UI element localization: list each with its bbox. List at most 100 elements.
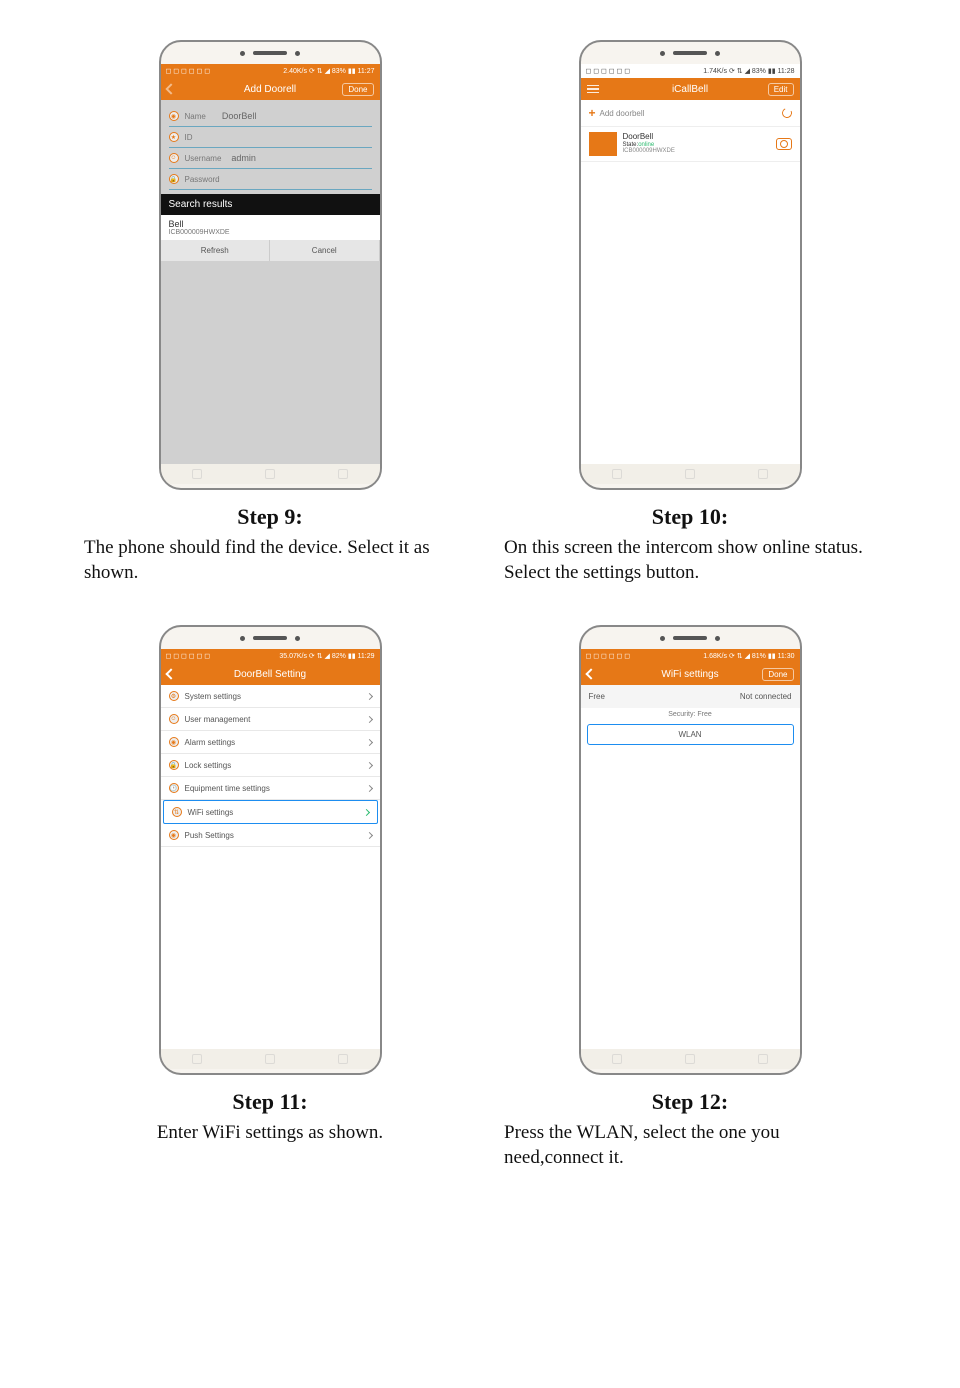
cancel-button[interactable]: Cancel xyxy=(270,240,380,261)
setting-label: Equipment time settings xyxy=(185,784,270,793)
username-label: Username xyxy=(185,154,222,163)
status-left: ◻ ◻ ◻ ◻ ◻ ◻ xyxy=(166,652,211,660)
done-button[interactable]: Done xyxy=(342,83,373,96)
username-value: admin xyxy=(231,153,256,163)
bell-icon: ◉ xyxy=(169,830,179,840)
status-bar: ◻ ◻ ◻ ◻ ◻ ◻ 2.40K/s ⟳ ⇅ ◢ 83% ▮▮ 11:27 xyxy=(161,64,380,78)
device-list-body: + Add doorbell DoorBell State:online I xyxy=(581,100,800,464)
alarm-icon: ◉ xyxy=(169,737,179,747)
speaker-row xyxy=(161,627,380,649)
step-title: Step 9: xyxy=(80,504,460,530)
add-doorbell-form: ◉ Name DoorBell ★ ID ☺ Username admin xyxy=(161,100,380,261)
device-thumbnail xyxy=(589,132,617,156)
screen: ◻ ◻ ◻ ◻ ◻ ◻ 1.74K/s ⟳ ⇅ ◢ 83% ▮▮ 11:28 i… xyxy=(581,64,800,464)
screen: ◻ ◻ ◻ ◻ ◻ ◻ 2.40K/s ⟳ ⇅ ◢ 83% ▮▮ 11:27 A… xyxy=(161,64,380,464)
name-icon: ◉ xyxy=(169,111,179,121)
id-input-row[interactable]: ★ ID xyxy=(169,127,372,148)
current-network-row[interactable]: Free Not connected xyxy=(581,685,800,708)
search-result-item[interactable]: Bell ICB000009HWXDE xyxy=(161,215,380,240)
name-input-row[interactable]: ◉ Name DoorBell xyxy=(169,106,372,127)
step-description: The phone should find the device. Select… xyxy=(80,536,460,585)
setting-label: WiFi settings xyxy=(188,808,234,817)
done-button[interactable]: Done xyxy=(762,668,793,681)
wifi-settings-row[interactable]: ⇅ WiFi settings xyxy=(163,800,378,824)
state-label: State: xyxy=(623,142,639,148)
id-label: ID xyxy=(185,133,193,142)
user-management-row[interactable]: ☺User management xyxy=(161,708,380,731)
phone-frame: ◻ ◻ ◻ ◻ ◻ ◻ 2.40K/s ⟳ ⇅ ◢ 83% ▮▮ 11:27 A… xyxy=(159,40,382,490)
push-settings-row[interactable]: ◉ Push Settings xyxy=(161,824,380,847)
password-input-row[interactable]: 🔒 Password xyxy=(169,169,372,190)
title-bar: WiFi settings Done xyxy=(581,663,800,685)
state-value: online xyxy=(638,142,654,148)
username-input-row[interactable]: ☺ Username admin xyxy=(169,148,372,169)
status-bar: ◻ ◻ ◻ ◻ ◻ ◻ 1.68K/s ⟳ ⇅ ◢ 81% ▮▮ 11:30 xyxy=(581,649,800,663)
back-icon[interactable] xyxy=(585,669,596,680)
refresh-icon[interactable] xyxy=(780,107,793,120)
user-icon: ☺ xyxy=(169,714,179,724)
status-right: 2.40K/s ⟳ ⇅ ◢ 83% ▮▮ 11:27 xyxy=(283,67,374,75)
status-left: ◻ ◻ ◻ ◻ ◻ ◻ xyxy=(586,652,631,660)
equipment-time-row[interactable]: 🕒Equipment time settings xyxy=(161,777,380,800)
caption: Step 12: Press the WLAN, select the one … xyxy=(500,1089,880,1170)
screen-title: iCallBell xyxy=(581,84,800,95)
lock-icon: 🔒 xyxy=(169,760,179,770)
device-id: ICB000009HWXDE xyxy=(623,148,675,155)
screen: ◻ ◻ ◻ ◻ ◻ ◻ 1.68K/s ⟳ ⇅ ◢ 81% ▮▮ 11:30 W… xyxy=(581,649,800,1049)
search-results-header: Search results xyxy=(161,194,380,215)
hamburger-icon[interactable] xyxy=(587,85,599,94)
chevron-right-icon xyxy=(362,809,369,816)
name-value: DoorBell xyxy=(222,111,257,121)
device-row[interactable]: DoorBell State:online ICB000009HWXDE xyxy=(581,127,800,162)
alarm-settings-row[interactable]: ◉ Alarm settings xyxy=(161,731,380,754)
setting-label: Lock settings xyxy=(185,761,232,770)
back-icon[interactable] xyxy=(165,669,176,680)
add-doorbell-row[interactable]: + Add doorbell xyxy=(581,100,800,127)
step-description: Press the WLAN, select the one you need,… xyxy=(500,1121,880,1170)
chevron-right-icon xyxy=(365,693,372,700)
android-nav-bar xyxy=(161,464,380,484)
title-bar: iCallBell Edit xyxy=(581,78,800,100)
id-icon: ★ xyxy=(169,132,179,142)
add-doorbell-label: Add doorbell xyxy=(600,109,645,118)
caption: Step 9: The phone should find the device… xyxy=(80,504,460,585)
back-icon[interactable] xyxy=(165,83,176,94)
step-description: Enter WiFi settings as shown. xyxy=(80,1121,460,1146)
password-label: Password xyxy=(185,175,220,184)
title-bar: Add Doorell Done xyxy=(161,78,380,100)
network-status: Not connected xyxy=(740,692,792,701)
status-bar: ◻ ◻ ◻ ◻ ◻ ◻ 35.07K/s ⟳ ⇅ ◢ 82% ▮▮ 11:29 xyxy=(161,649,380,663)
status-left: ◻ ◻ ◻ ◻ ◻ ◻ xyxy=(166,67,211,75)
title-bar: DoorBell Setting xyxy=(161,663,380,685)
speaker-row xyxy=(161,42,380,64)
network-name: Free xyxy=(589,692,605,701)
setting-label: Push Settings xyxy=(185,831,234,840)
device-info: DoorBell State:online ICB000009HWXDE xyxy=(623,133,675,155)
refresh-button[interactable]: Refresh xyxy=(161,240,271,261)
settings-icon[interactable] xyxy=(776,138,792,150)
step-title: Step 11: xyxy=(80,1089,460,1115)
chevron-right-icon xyxy=(365,762,372,769)
wlan-button[interactable]: WLAN xyxy=(587,724,794,745)
setting-label: Alarm settings xyxy=(185,738,236,747)
android-nav-bar xyxy=(581,464,800,484)
caption: Step 10: On this screen the intercom sho… xyxy=(500,504,880,585)
wifi-body: Free Not connected Security: Free WLAN xyxy=(581,685,800,1049)
speaker-row xyxy=(581,42,800,64)
edit-button[interactable]: Edit xyxy=(768,83,794,96)
status-right: 1.68K/s ⟳ ⇅ ◢ 81% ▮▮ 11:30 xyxy=(703,652,794,660)
status-right: 35.07K/s ⟳ ⇅ ◢ 82% ▮▮ 11:29 xyxy=(279,652,374,660)
wifi-icon: ⇅ xyxy=(172,807,182,817)
device-name: DoorBell xyxy=(623,133,675,142)
step-title: Step 10: xyxy=(500,504,880,530)
result-name: Bell xyxy=(169,219,372,229)
user-icon: ☺ xyxy=(169,153,179,163)
step-10-block: ◻ ◻ ◻ ◻ ◻ ◻ 1.74K/s ⟳ ⇅ ◢ 83% ▮▮ 11:28 i… xyxy=(500,40,880,585)
system-settings-row[interactable]: ⚙System settings xyxy=(161,685,380,708)
lock-settings-row[interactable]: 🔒 Lock settings xyxy=(161,754,380,777)
chevron-right-icon xyxy=(365,785,372,792)
chevron-right-icon xyxy=(365,832,372,839)
speaker-row xyxy=(581,627,800,649)
step-description: On this screen the intercom show online … xyxy=(500,536,880,585)
status-bar: ◻ ◻ ◻ ◻ ◻ ◻ 1.74K/s ⟳ ⇅ ◢ 83% ▮▮ 11:28 xyxy=(581,64,800,78)
